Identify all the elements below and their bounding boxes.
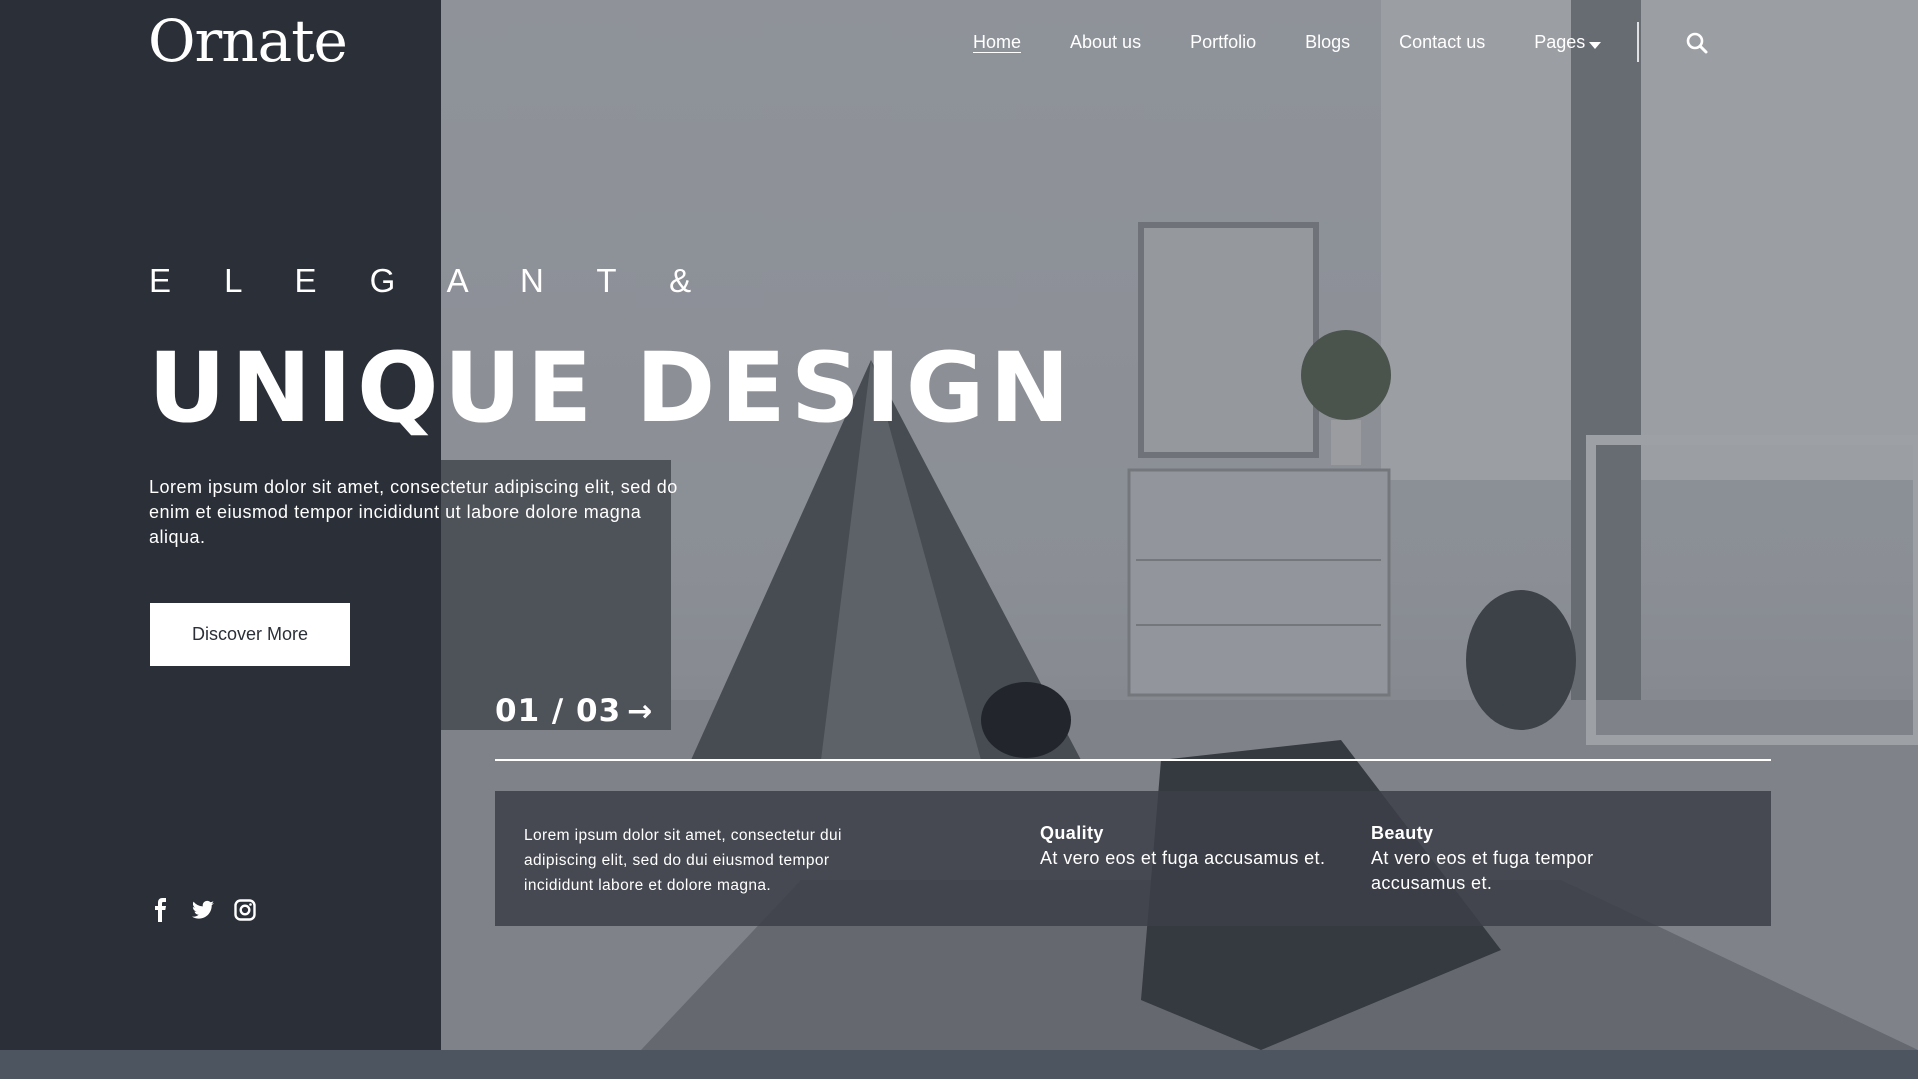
feature-body: At vero eos et fuga tempor accusamus et.: [1371, 848, 1594, 893]
hero-eyebrow: E L E G A N T &: [149, 262, 714, 299]
nav-item-pages[interactable]: Pages: [1534, 32, 1602, 53]
hero-headline: UNIQUE DESIGN: [148, 332, 1075, 444]
chevron-down-icon: [1589, 42, 1602, 49]
slide-counter-text: 01 / 03: [495, 693, 622, 729]
bottom-strip: [0, 1050, 1918, 1079]
nav-item-blogs[interactable]: Blogs: [1305, 32, 1350, 53]
nav-divider: [1637, 22, 1639, 62]
feature-title: Beauty: [1371, 823, 1434, 843]
search-icon[interactable]: [1685, 31, 1709, 55]
info-panel: Lorem ipsum dolor sit amet, consectetur …: [495, 791, 1771, 926]
hero-intro-text: Lorem ipsum dolor sit amet, consectetur …: [149, 477, 678, 547]
feature-beauty: Beauty At vero eos et fuga tempor accusa…: [1371, 821, 1671, 896]
nav-item-portfolio[interactable]: Portfolio: [1190, 32, 1256, 53]
arrow-right-icon[interactable]: →: [627, 694, 653, 729]
nav-item-pages-label: Pages: [1534, 32, 1586, 52]
twitter-icon[interactable]: [191, 898, 215, 922]
feature-title: Quality: [1040, 823, 1104, 843]
slide-counter: 01 / 03 →: [495, 693, 653, 729]
facebook-icon[interactable]: [149, 898, 173, 922]
brand-logo[interactable]: Ornate: [148, 12, 348, 70]
nav-item-home[interactable]: Home: [973, 32, 1021, 53]
nav-item-about[interactable]: About us: [1070, 32, 1141, 53]
feature-body: At vero eos et fuga accusamus et.: [1040, 848, 1326, 868]
main-nav: Home About us Portfolio Blogs Contact us…: [973, 32, 1650, 53]
divider-line: [495, 759, 1771, 761]
social-links: [149, 898, 275, 922]
info-text: Lorem ipsum dolor sit amet, consectetur …: [524, 827, 842, 894]
instagram-icon[interactable]: [233, 898, 257, 922]
discover-more-button[interactable]: Discover More: [150, 603, 350, 666]
nav-item-contact[interactable]: Contact us: [1399, 32, 1485, 53]
feature-quality: Quality At vero eos et fuga accusamus et…: [1040, 821, 1340, 871]
